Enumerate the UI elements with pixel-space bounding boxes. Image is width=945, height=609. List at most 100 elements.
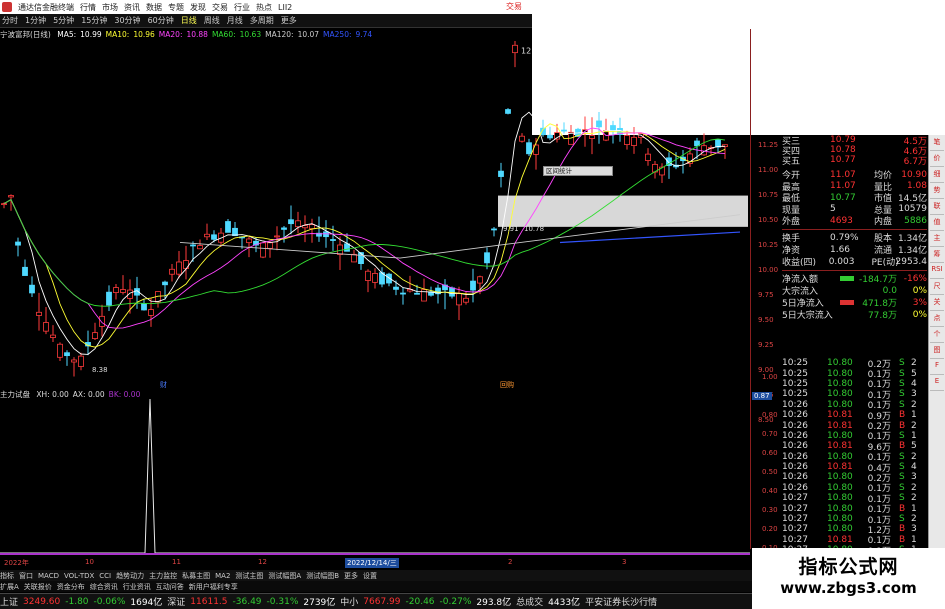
trade-count: 3 [911,472,917,483]
info-tab[interactable]: 互动问答 [156,582,184,592]
menu-item[interactable]: 发现 [190,2,206,13]
menu-item[interactable]: 资讯 [124,2,140,13]
toolbar-button[interactable]: 尺 [930,281,944,295]
menu-item[interactable]: 市场 [102,2,118,13]
menu-item[interactable]: LII2 [278,3,292,12]
indicator-tab[interactable]: 设置 [363,571,377,581]
toolbar-button[interactable]: 联 [930,201,944,215]
menu-item[interactable]: 行情 [80,2,96,13]
period-tab[interactable]: 月线 [227,15,243,26]
candle-body [491,228,497,231]
period-tab[interactable]: 5分钟 [53,15,74,26]
indicator-tab[interactable]: VOL-TDX [64,572,94,580]
menu-item[interactable]: 专题 [168,2,184,13]
price-tick: 10.75 [758,191,779,199]
trade-side: B [899,503,906,514]
indicator-chart[interactable] [0,399,750,557]
trade-volume: 0.1万 [867,370,891,379]
quote-label: 外盘 [782,217,801,227]
indicator-tab[interactable]: 测试幅图B [306,571,339,581]
toolbar-button[interactable]: 笔 [930,137,944,151]
period-tab[interactable]: 分时 [2,15,18,26]
toolbar-button[interactable]: F [930,361,944,375]
toolbar-button[interactable]: 个 [930,329,944,343]
candlestick-chart[interactable]: 12 8.38 9.91 10.78 财 回购 [0,41,750,389]
info-tab[interactable]: 新用户福利专享 [189,582,238,592]
toolbar-button[interactable]: RSI [930,265,944,279]
indicator-tab[interactable]: MACD [38,572,59,580]
candle-body [267,242,273,249]
toolbar-button[interactable]: E [930,377,944,391]
period-tab[interactable]: 30分钟 [114,15,140,26]
indicator-tab[interactable]: MA2 [215,572,230,580]
trade-price: 10.80 [827,482,853,493]
info-tab[interactable]: 扩展A [0,582,19,592]
trade-time: 10:26 [782,482,808,493]
period-tab[interactable]: 日线 [181,15,197,26]
ma-line [3,123,726,348]
indicator-tab[interactable]: 测试主图 [235,571,263,581]
trade-row: 10:26 10.80 0.1万 S 2 [782,483,927,493]
interval-stats-popup[interactable]: 区间统计 [543,166,613,176]
tick-trades-list[interactable]: 10:25 10.80 0.2万 S 2 10:25 10.80 0.1万 S 5 10:25 10.… [782,358,927,555]
period-tab[interactable]: 更多 [281,15,297,26]
menu-item[interactable]: 数据 [146,2,162,13]
trade-volume: 1.2万 [867,525,891,535]
ma-label: MA5: [57,30,77,39]
trade-volume: 0.1万 [867,494,891,504]
toolbar-button[interactable]: 点 [930,313,944,327]
candle-body [204,233,210,238]
period-tab[interactable]: 周线 [204,15,220,26]
period-tab-bar: 分时 1分钟 5分钟 15分钟 30分钟 60分钟 日线 周线 月线 多周期 更多 [0,14,532,28]
indicator-tab[interactable]: 趋势动力 [116,571,144,581]
period-tab[interactable]: 60分钟 [148,15,174,26]
menu-item[interactable]: 交易 [212,2,228,13]
period-tab[interactable]: 15分钟 [81,15,107,26]
ma-line [3,127,726,329]
trade-price: 10.80 [827,430,853,441]
indicator-tab[interactable]: 测试幅图A [268,571,301,581]
period-tab[interactable]: 1分钟 [25,15,46,26]
ma-line [3,111,726,355]
indicator-tab[interactable]: 私募主图 [182,571,210,581]
quote-value: 6.7万 [903,156,927,166]
indicator-tab[interactable]: 窗口 [19,571,33,581]
quote-value: 1.08 [906,181,927,192]
quote-value: 10.79 [830,135,856,145]
sub-indicator-header: 主力试盘 XH: 0.00 AX: 0.00 BK: 0.00 [0,389,750,399]
period-tab[interactable]: 多周期 [250,15,274,26]
menu-item[interactable]: 行业 [234,2,250,13]
market-index-value: -0.31% [266,596,299,607]
flow-bar [840,300,854,305]
info-tab[interactable]: 资金分布 [57,582,85,592]
trade-side: S [899,472,905,483]
indicator-tab[interactable]: 指标 [0,571,14,581]
trade-volume: 0.2万 [867,422,891,431]
toolbar-button[interactable]: 细 [930,169,944,183]
toolbar-button[interactable]: 关 [930,297,944,311]
candle-body [547,134,553,139]
toolbar-button[interactable]: 价 [930,153,944,167]
toolbar-button[interactable]: 筹 [930,249,944,263]
candle-body [505,109,511,114]
info-tab[interactable]: 行业资讯 [123,582,151,592]
quote-label: 市值 [873,194,892,204]
price-tick: 9.50 [758,316,774,324]
trade-row: 10:27 10.81 0.1万 B 1 [782,535,927,545]
info-tab[interactable]: 综合资讯 [90,582,118,592]
indicator-tab[interactable]: 主力监控 [149,571,177,581]
trade-price: 10.80 [827,389,853,400]
menu-item[interactable]: 热点 [256,2,272,13]
toolbar-button[interactable]: 图 [930,345,944,359]
indicator-tab[interactable]: CCI [99,572,111,580]
toolbar-button[interactable]: 势 [930,185,944,199]
trade-row: 10:26 10.80 0.1万 S 2 [782,400,927,410]
indicator-tab[interactable]: 更多 [344,571,358,581]
trade-button[interactable]: 交易 [506,1,522,12]
toolbar-button[interactable]: 主 [930,233,944,247]
info-tab[interactable]: 关联报价 [24,582,52,592]
quote-value: 10.77 [830,155,856,165]
trade-count: 1 [911,503,917,514]
trade-count: 2 [911,482,917,493]
toolbar-button[interactable]: 值 [930,217,944,231]
